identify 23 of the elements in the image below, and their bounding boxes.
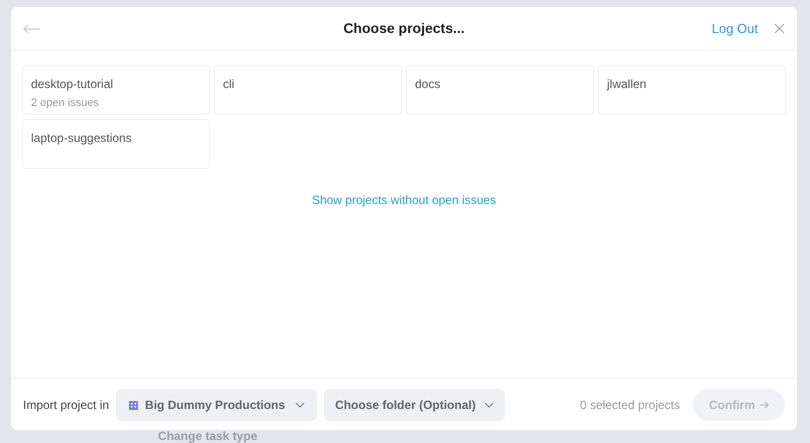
project-card[interactable]: laptop-suggestions (22, 119, 210, 169)
project-name: jlwallen (607, 76, 648, 93)
project-name: desktop-tutorial (31, 76, 114, 93)
selected-count: 0 selected projects (580, 396, 680, 414)
background-text: Change task type (158, 430, 258, 443)
arrow-right-icon (759, 400, 769, 408)
workspace-dropdown[interactable]: Big Dummy Productions (116, 388, 318, 420)
project-card[interactable]: jlwallen (598, 65, 786, 115)
dialog-title: Choose projects... (343, 20, 465, 36)
back-arrow-icon[interactable] (23, 24, 41, 34)
project-card[interactable]: desktop-tutorial 2 open issues (22, 65, 210, 115)
project-card[interactable]: cli (214, 65, 402, 115)
issue-count: 2 open issues (31, 96, 100, 111)
close-icon[interactable] (774, 23, 785, 34)
building-icon (128, 399, 140, 410)
chevron-down-icon (295, 402, 306, 408)
project-name: laptop-suggestions (31, 130, 133, 147)
folder-dropdown[interactable]: Choose folder (Optional) (324, 388, 505, 420)
chevron-down-icon (484, 402, 494, 408)
import-label: Import project in (23, 396, 110, 414)
project-name: cli (223, 76, 236, 93)
project-card[interactable]: docs (406, 65, 594, 115)
project-name: docs (415, 76, 442, 93)
